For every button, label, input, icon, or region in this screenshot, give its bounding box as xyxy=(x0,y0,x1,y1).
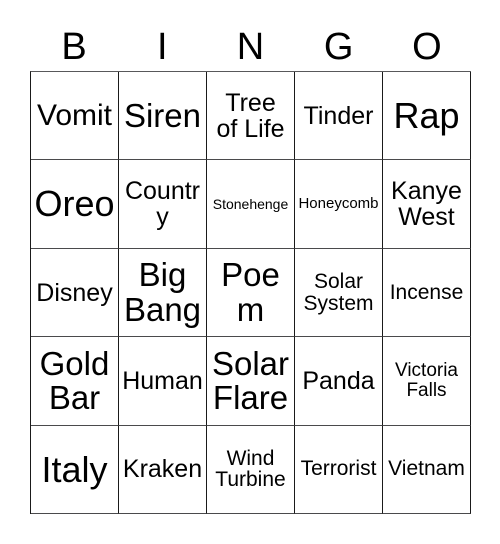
bingo-cell-label: Poem xyxy=(221,256,280,328)
bingo-cell[interactable]: Kanye West xyxy=(383,160,471,249)
bingo-cell-label: Tree of Life xyxy=(216,88,285,143)
bingo-row: Disney Big Bang Poem Solar System Incens… xyxy=(31,248,471,338)
bingo-cell[interactable]: Gold Bar xyxy=(31,337,119,426)
bingo-cell[interactable]: Oreo xyxy=(31,160,119,249)
bingo-cell[interactable]: Stonehenge xyxy=(207,160,295,249)
bingo-cell-label: Kanye West xyxy=(391,177,462,232)
bingo-cell-label: Incense xyxy=(389,280,464,304)
bingo-grid: Vomit Siren Tree of Life Tinder Rap Oreo… xyxy=(30,71,471,515)
bingo-cell[interactable]: Big Bang xyxy=(119,248,207,338)
bingo-cell-label: Stonehenge xyxy=(212,195,289,212)
bingo-header-letter-b: B xyxy=(61,25,87,68)
bingo-cell[interactable]: Italy xyxy=(31,425,119,515)
bingo-cell-label: Kraken xyxy=(122,455,203,484)
bingo-header-row: B I N G O xyxy=(30,22,471,71)
bingo-cell-label: Wind Turbine xyxy=(215,446,286,492)
bingo-cell[interactable]: Honeycomb xyxy=(295,160,383,249)
bingo-cell[interactable]: Kraken xyxy=(119,425,207,515)
bingo-cell-label: Panda xyxy=(302,366,375,395)
bingo-cell[interactable]: Country xyxy=(119,160,207,249)
bingo-cell[interactable]: Panda xyxy=(295,337,383,426)
bingo-row: Italy Kraken Wind Turbine Terrorist Viet… xyxy=(31,425,471,515)
bingo-cell[interactable]: Rap xyxy=(383,72,471,161)
bingo-cell-label: Solar Flare xyxy=(211,344,290,416)
bingo-cell[interactable]: Tree of Life xyxy=(207,72,295,161)
bingo-cell[interactable]: Tinder xyxy=(295,72,383,161)
bingo-row: Vomit Siren Tree of Life Tinder Rap xyxy=(31,72,471,161)
bingo-cell-label: Solar System xyxy=(303,269,374,315)
bingo-cell-label: Gold Bar xyxy=(39,344,110,416)
bingo-cell[interactable]: Incense xyxy=(383,248,471,338)
bingo-card: B I N G O Vomit Siren Tree of Life Tinde… xyxy=(0,0,500,544)
bingo-header-letter-o: O xyxy=(412,25,442,68)
bingo-cell-label: Tinder xyxy=(303,101,374,130)
bingo-cell-label: Oreo xyxy=(34,183,115,225)
bingo-cell[interactable]: Vomit xyxy=(31,72,119,161)
bingo-cell-label: Country xyxy=(124,177,201,232)
bingo-cell-label: Rap xyxy=(393,94,460,136)
bingo-cell-label: Honeycomb xyxy=(298,195,379,213)
bingo-cell[interactable]: Terrorist xyxy=(295,425,383,515)
bingo-cell[interactable]: Victoria Falls xyxy=(383,337,471,426)
bingo-cell[interactable]: Solar System xyxy=(295,248,383,338)
bingo-cell-label: Vietnam xyxy=(388,457,465,481)
bingo-header-letter-i: I xyxy=(157,25,168,68)
bingo-cell[interactable]: Solar Flare xyxy=(207,337,295,426)
bingo-cell-label: Disney xyxy=(36,278,113,307)
bingo-cell-label: Vomit xyxy=(36,99,113,133)
bingo-cell-label: Siren xyxy=(123,96,202,134)
bingo-header-letter-g: G xyxy=(323,25,354,68)
bingo-cell-label: Italy xyxy=(41,448,108,490)
bingo-cell-label: Human xyxy=(122,366,203,395)
bingo-cell[interactable]: Siren xyxy=(119,72,207,161)
bingo-cell[interactable]: Wind Turbine xyxy=(207,425,295,515)
bingo-cell[interactable]: Human xyxy=(119,337,207,426)
bingo-cell[interactable]: Poem xyxy=(207,248,295,338)
bingo-cell[interactable]: Vietnam xyxy=(383,425,471,515)
bingo-cell-label: Victoria Falls xyxy=(394,360,458,401)
bingo-cell[interactable]: Disney xyxy=(31,248,119,338)
bingo-row: Oreo Country Stonehenge Honeycomb Kanye … xyxy=(31,160,471,249)
bingo-cell-label: Big Bang xyxy=(123,256,202,328)
bingo-cell-label: Terrorist xyxy=(300,457,377,481)
bingo-row: Gold Bar Human Solar Flare Panda Victori… xyxy=(31,337,471,426)
bingo-header-letter-n: N xyxy=(236,25,265,68)
